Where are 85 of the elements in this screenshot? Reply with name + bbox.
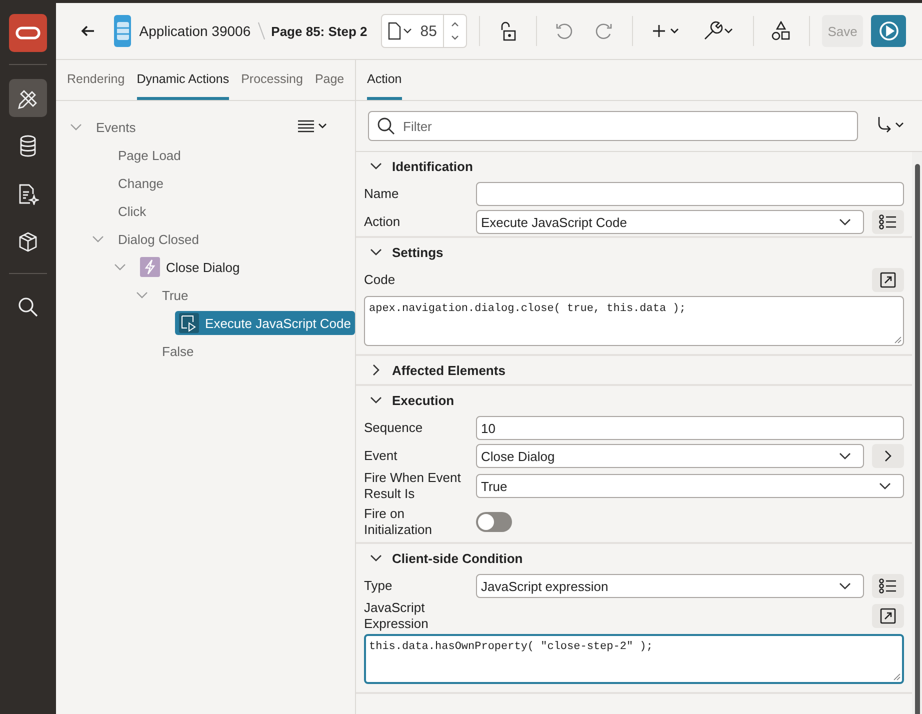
- logo-button[interactable]: [9, 14, 47, 52]
- field-label: Type: [364, 578, 394, 594]
- tree-node[interactable]: Close Dialog: [136, 255, 244, 279]
- resize-grip-icon[interactable]: [893, 673, 901, 681]
- tab[interactable]: Page: [314, 60, 344, 100]
- run-button[interactable]: [871, 15, 906, 47]
- select-field[interactable]: True: [476, 474, 904, 498]
- page-selector[interactable]: 85: [381, 14, 467, 48]
- list-of-values-button[interactable]: [872, 574, 904, 598]
- section-title[interactable]: Client-side Condition: [392, 550, 523, 566]
- play-icon: [878, 21, 899, 41]
- caret-icon[interactable]: [370, 246, 382, 258]
- chevron-down-icon: [839, 218, 851, 226]
- expand-button[interactable]: [872, 268, 904, 292]
- section-title[interactable]: Settings: [392, 244, 444, 260]
- section-title[interactable]: Identification: [392, 158, 473, 174]
- plus-dropdown-icon: [652, 24, 681, 38]
- field-label: Name: [364, 186, 400, 202]
- database-icon: [19, 135, 37, 157]
- caret-icon[interactable]: [370, 364, 382, 376]
- tree-node[interactable]: Dialog Closed: [114, 227, 203, 251]
- lightning-icon: [140, 257, 160, 277]
- page-dropdown-icon: [388, 22, 412, 40]
- tree-node[interactable]: False: [158, 339, 198, 363]
- nav-button[interactable]: [9, 79, 47, 117]
- select-field[interactable]: Close Dialog: [476, 444, 864, 468]
- search-icon: [377, 117, 395, 135]
- shapes-icon: [771, 21, 792, 41]
- text-field[interactable]: 10: [476, 416, 904, 440]
- redo-icon: [595, 22, 614, 40]
- expand-icon: [880, 272, 896, 288]
- tree-node[interactable]: Execute JavaScript Code: [175, 311, 355, 335]
- document-icon: [17, 183, 39, 205]
- chevron-right-icon: [884, 450, 892, 462]
- field-label: JavaScript Expression: [364, 600, 430, 632]
- chevron-down-icon: [839, 452, 851, 460]
- tab[interactable]: Action: [367, 60, 402, 100]
- caret-icon[interactable]: [370, 160, 382, 172]
- tab[interactable]: Dynamic Actions: [136, 60, 230, 100]
- hook-arrow-dropdown-icon: [876, 116, 906, 134]
- tab[interactable]: Rendering: [67, 60, 125, 100]
- back-arrow-icon: [81, 25, 95, 37]
- field-label: Action: [364, 214, 402, 230]
- toggle-switch[interactable]: [476, 512, 512, 532]
- tree-node[interactable]: True: [158, 283, 192, 307]
- section-title[interactable]: Affected Elements: [392, 362, 506, 378]
- field-label: Code: [364, 272, 396, 288]
- filter-field[interactable]: Filter: [368, 111, 858, 141]
- page-title: Page 85: Step 2: [271, 24, 368, 38]
- expand-button[interactable]: [872, 604, 904, 628]
- app-icon: [114, 15, 132, 47]
- tree-node[interactable]: Change: [114, 171, 168, 195]
- undo-icon: [555, 22, 574, 40]
- wrench-dropdown-icon: [702, 21, 735, 41]
- scrollbar[interactable]: [912, 152, 922, 714]
- list-icon: [879, 214, 897, 230]
- resize-grip-icon[interactable]: [894, 336, 902, 344]
- application-link[interactable]: Application 39006: [139, 23, 251, 39]
- select-field[interactable]: Execute JavaScript Code: [476, 210, 864, 234]
- text-field[interactable]: [476, 182, 904, 206]
- caret-icon[interactable]: [370, 552, 382, 564]
- select-field[interactable]: JavaScript expression: [476, 574, 864, 598]
- javascript-icon: [179, 313, 200, 333]
- search-icon: [17, 296, 39, 318]
- list-icon: [879, 578, 897, 594]
- field-label: Fire on Initialization: [364, 506, 433, 538]
- field-label: Event: [364, 448, 398, 464]
- chevron-down-icon: [839, 582, 851, 590]
- tree-node[interactable]: Click: [114, 199, 150, 223]
- menu-icon: [297, 118, 329, 132]
- code-editor[interactable]: apex.navigation.dialog.close( true, this.data );: [364, 296, 904, 346]
- cube-icon: [18, 231, 38, 253]
- tab[interactable]: Processing: [241, 60, 303, 100]
- chevron-down-icon: [879, 482, 891, 490]
- expand-icon: [880, 608, 896, 624]
- go-to-button[interactable]: [872, 444, 904, 468]
- section-title[interactable]: Execution: [392, 392, 454, 408]
- field-label: Sequence: [364, 420, 424, 436]
- tree-node[interactable]: Page Load: [114, 143, 185, 167]
- field-label: Fire When Event Result Is: [364, 470, 462, 502]
- caret-icon[interactable]: [370, 394, 382, 406]
- code-editor[interactable]: this.data.hasOwnProperty( "close-step-2" );: [364, 634, 904, 684]
- tree-node[interactable]: Events: [92, 115, 140, 139]
- unlock-icon: [498, 21, 516, 41]
- list-of-values-button[interactable]: [872, 210, 904, 234]
